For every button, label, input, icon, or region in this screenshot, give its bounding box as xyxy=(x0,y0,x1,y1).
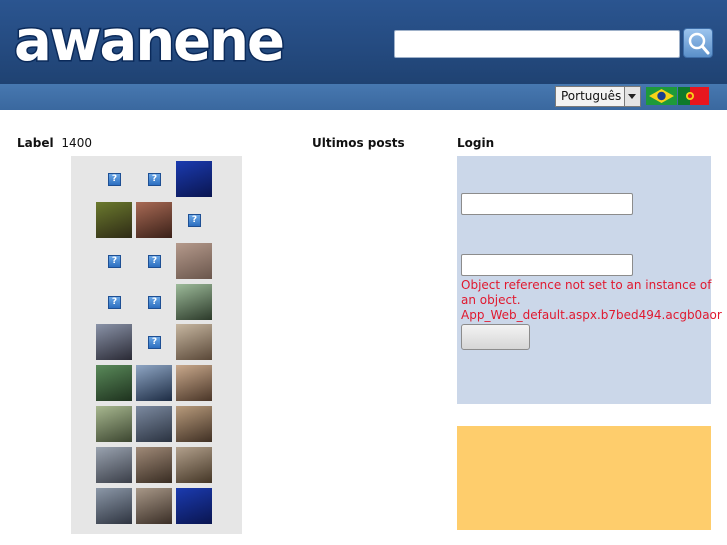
magnifier-icon xyxy=(688,32,710,55)
login-error-message: Object reference not set to an instance … xyxy=(461,278,722,322)
chevron-down-icon[interactable] xyxy=(624,87,640,106)
broken-image-icon[interactable]: ? xyxy=(108,173,121,186)
gallery-photo[interactable] xyxy=(176,243,212,279)
login-title: Login xyxy=(457,136,495,150)
ad-banner xyxy=(457,426,711,530)
gallery-photo[interactable] xyxy=(136,406,172,442)
gallery-photo[interactable] xyxy=(136,488,172,524)
language-select[interactable]: Português xyxy=(555,86,641,107)
broken-image-icon[interactable]: ? xyxy=(188,214,201,227)
brazil-flag-icon[interactable] xyxy=(646,87,677,105)
gallery-photo[interactable] xyxy=(136,447,172,483)
portugal-flag-icon[interactable] xyxy=(678,87,709,105)
gallery-photo[interactable] xyxy=(96,406,132,442)
login-submit-button[interactable] xyxy=(461,324,530,350)
username-field[interactable] xyxy=(461,193,633,215)
broken-image-icon[interactable]: ? xyxy=(108,296,121,309)
label-count: 1400 xyxy=(61,136,92,150)
gallery-photo[interactable] xyxy=(96,324,132,360)
password-field[interactable] xyxy=(461,254,633,276)
gallery-photo[interactable] xyxy=(176,324,212,360)
label-heading: Label 1400 xyxy=(17,136,92,150)
gallery-photo[interactable] xyxy=(96,202,132,238)
gallery-photo[interactable] xyxy=(96,447,132,483)
search-input[interactable] xyxy=(394,30,680,58)
gallery-photo[interactable] xyxy=(136,202,172,238)
latest-posts-title: Ultimos posts xyxy=(312,136,405,150)
gallery-photo[interactable] xyxy=(176,447,212,483)
gallery-photo[interactable] xyxy=(176,365,212,401)
language-select-value: Português xyxy=(561,89,622,103)
gallery-photo[interactable] xyxy=(176,284,212,320)
broken-image-icon[interactable]: ? xyxy=(148,336,161,349)
gallery-photo[interactable] xyxy=(136,365,172,401)
gallery-photo[interactable] xyxy=(176,161,212,197)
gallery-photo[interactable] xyxy=(96,488,132,524)
gallery-photo[interactable] xyxy=(96,365,132,401)
broken-image-icon[interactable]: ? xyxy=(148,296,161,309)
broken-image-icon[interactable]: ? xyxy=(148,173,161,186)
logo-text: awanene xyxy=(14,10,283,70)
broken-image-icon[interactable]: ? xyxy=(108,255,121,268)
broken-image-icon[interactable]: ? xyxy=(148,255,161,268)
gallery-photo[interactable] xyxy=(176,488,212,524)
label-text: Label xyxy=(17,136,54,150)
gallery-photo[interactable] xyxy=(176,406,212,442)
awanene-logo[interactable]: awanene xyxy=(14,10,314,70)
search-button[interactable] xyxy=(683,28,713,58)
